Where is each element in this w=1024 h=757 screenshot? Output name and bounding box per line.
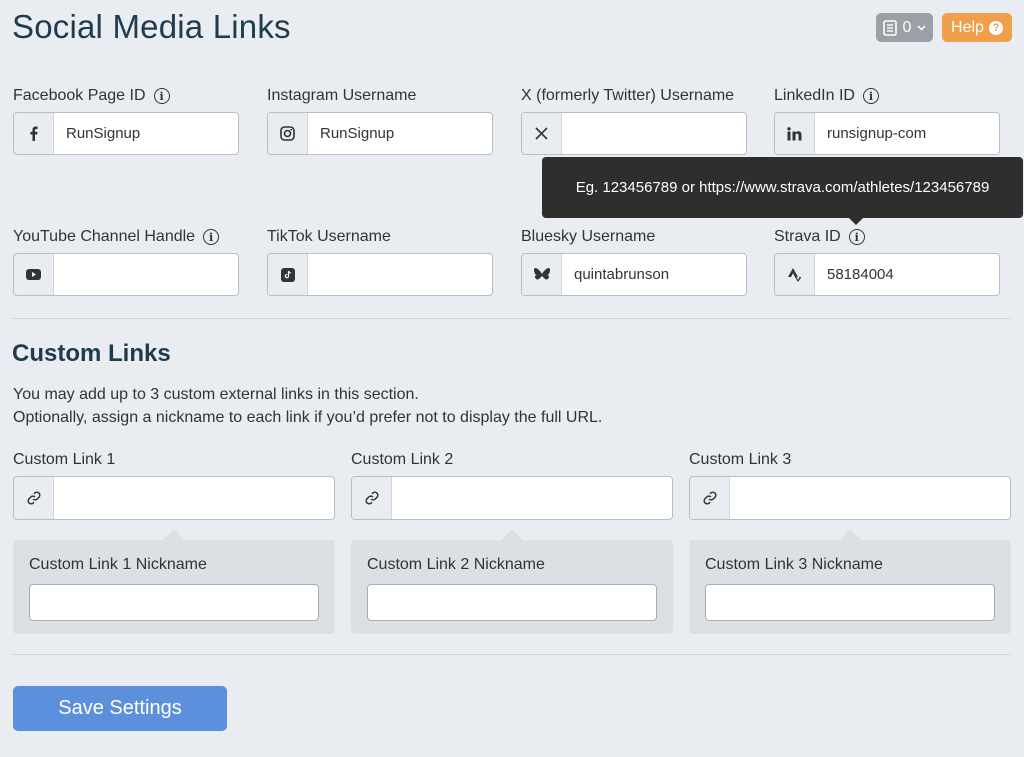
- info-icon[interactable]: i: [862, 88, 879, 104]
- custom-link-1-value: [54, 477, 334, 519]
- x-value: [562, 113, 746, 154]
- youtube-icon: [14, 254, 54, 295]
- bluesky-label: Bluesky Username: [521, 228, 656, 245]
- tiktok-label: TikTok Username: [267, 228, 391, 245]
- custom-links-description-1: You may add up to 3 custom external link…: [13, 386, 419, 403]
- facebook-label: Facebook Page ID: [13, 87, 146, 104]
- custom-link-1-group: Custom Link 1 Custom Link 1 Nickname: [13, 450, 335, 634]
- link-icon: [352, 477, 392, 519]
- bluesky-icon: [522, 254, 562, 295]
- youtube-input[interactable]: [13, 253, 239, 296]
- help-button[interactable]: Help ?: [942, 13, 1012, 42]
- tiktok-value: [308, 254, 492, 295]
- section-divider: [12, 654, 1011, 655]
- info-icon[interactable]: i: [153, 88, 170, 104]
- list-icon: [882, 19, 897, 36]
- link-icon: [14, 477, 54, 519]
- instagram-icon: [268, 113, 308, 154]
- custom-link-3-value: [730, 477, 1010, 519]
- x-icon: [522, 113, 562, 154]
- strava-input[interactable]: 58184004: [774, 253, 1000, 296]
- custom-link-3-input[interactable]: [689, 476, 1011, 520]
- counter-value: 0: [902, 18, 912, 36]
- custom-link-2-nickname-label: Custom Link 2 Nickname: [367, 556, 545, 573]
- notes-counter-button[interactable]: 0: [876, 13, 933, 42]
- custom-link-3-nickname-panel: Custom Link 3 Nickname: [689, 529, 1011, 634]
- youtube-field: YouTube Channel Handle i: [13, 227, 239, 296]
- custom-link-2-input[interactable]: [351, 476, 673, 520]
- info-icon[interactable]: i: [848, 229, 865, 245]
- facebook-icon: [14, 113, 54, 154]
- chevron-down-icon: [917, 24, 926, 31]
- section-divider: [12, 318, 1011, 319]
- instagram-value: RunSignup: [320, 125, 395, 142]
- youtube-value: [54, 254, 238, 295]
- x-input[interactable]: [521, 112, 747, 155]
- custom-link-1-nickname-label: Custom Link 1 Nickname: [29, 556, 207, 573]
- custom-link-2-value: [392, 477, 672, 519]
- page-title: Social Media Links: [12, 8, 291, 45]
- custom-link-3-nickname-input[interactable]: [705, 584, 995, 621]
- custom-link-1-input[interactable]: [13, 476, 335, 520]
- instagram-label: Instagram Username: [267, 87, 417, 104]
- custom-link-1-nickname-panel: Custom Link 1 Nickname: [13, 529, 335, 634]
- instagram-field: Instagram Username RunSignup: [267, 86, 493, 155]
- custom-link-3-group: Custom Link 3 Custom Link 3 Nickname: [689, 450, 1011, 634]
- linkedin-label: LinkedIn ID: [774, 87, 855, 104]
- question-icon: ?: [988, 20, 1003, 35]
- custom-links-description-2: Optionally, assign a nickname to each li…: [13, 409, 603, 426]
- tiktok-input[interactable]: [267, 253, 493, 296]
- custom-link-3-label: Custom Link 3: [689, 451, 792, 468]
- custom-links-title: Custom Links: [12, 340, 171, 367]
- custom-link-1-label: Custom Link 1: [13, 451, 116, 468]
- info-icon[interactable]: i: [203, 229, 220, 245]
- tiktok-icon: [268, 254, 308, 295]
- save-settings-button[interactable]: Save Settings: [13, 686, 227, 731]
- facebook-value: RunSignup: [66, 125, 141, 142]
- strava-value: 58184004: [827, 266, 894, 283]
- bluesky-input[interactable]: quintabrunson: [521, 253, 747, 296]
- strava-tooltip: Eg. 123456789 or https://www.strava.com/…: [542, 157, 1023, 218]
- custom-link-3-nickname-label: Custom Link 3 Nickname: [705, 556, 883, 573]
- instagram-input[interactable]: RunSignup: [267, 112, 493, 155]
- strava-icon: [775, 254, 815, 295]
- tiktok-field: TikTok Username: [267, 227, 493, 296]
- strava-field: Strava ID i 58184004: [774, 227, 1000, 296]
- top-controls: 0 Help ?: [876, 13, 1012, 42]
- tooltip-arrow: [848, 217, 864, 225]
- linkedin-input[interactable]: runsignup-com: [774, 112, 1000, 155]
- linkedin-icon: [775, 113, 815, 154]
- custom-link-2-label: Custom Link 2: [351, 451, 454, 468]
- custom-link-1-nickname-input[interactable]: [29, 584, 319, 621]
- strava-label: Strava ID: [774, 228, 841, 245]
- help-label: Help: [951, 18, 984, 36]
- facebook-input[interactable]: RunSignup: [13, 112, 239, 155]
- custom-link-2-group: Custom Link 2 Custom Link 2 Nickname: [351, 450, 673, 634]
- bluesky-value: quintabrunson: [574, 266, 670, 283]
- youtube-label: YouTube Channel Handle: [13, 228, 196, 245]
- custom-link-2-nickname-input[interactable]: [367, 584, 657, 621]
- x-label: X (formerly Twitter) Username: [521, 87, 735, 104]
- x-field: X (formerly Twitter) Username: [521, 86, 747, 155]
- linkedin-field: LinkedIn ID i runsignup-com: [774, 86, 1000, 155]
- facebook-field: Facebook Page ID i RunSignup: [13, 86, 239, 155]
- bluesky-field: Bluesky Username quintabrunson: [521, 227, 747, 296]
- custom-link-2-nickname-panel: Custom Link 2 Nickname: [351, 529, 673, 634]
- linkedin-value: runsignup-com: [827, 125, 927, 142]
- link-icon: [690, 477, 730, 519]
